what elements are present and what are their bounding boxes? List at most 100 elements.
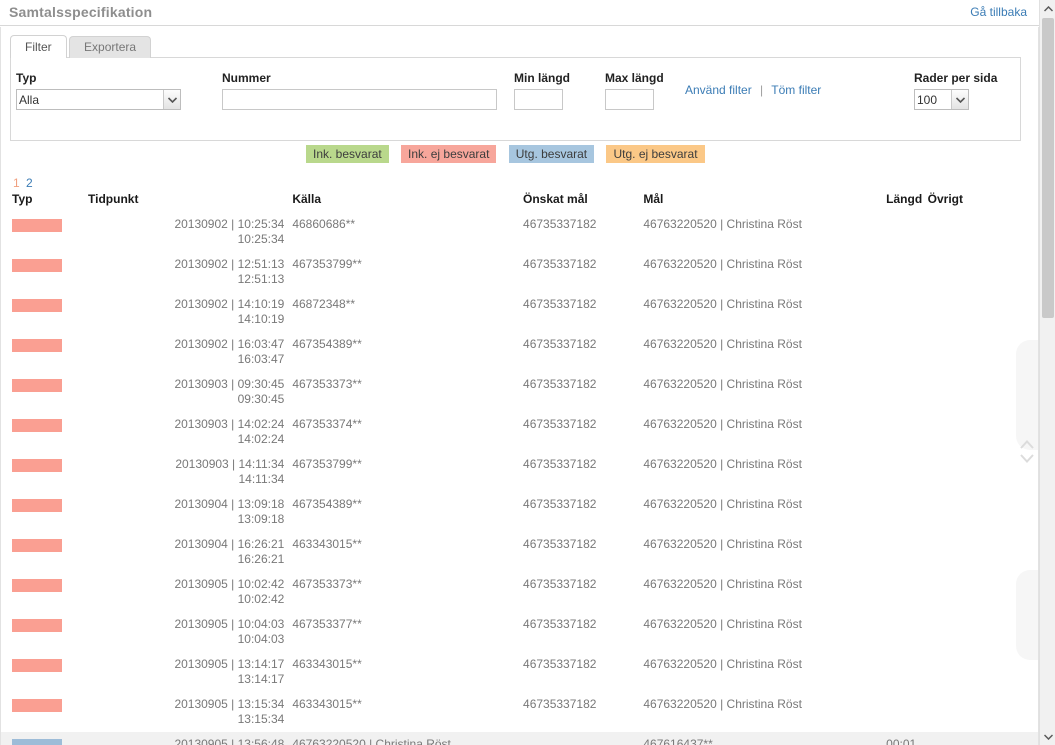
cell-langd xyxy=(882,692,928,732)
tabstrip: Filter Exportera xyxy=(10,35,152,58)
typ-select-wrap: Alla xyxy=(16,89,181,110)
calls-table-head: Typ Tidpunkt Källa Önskat mål Mål Längd … xyxy=(1,192,1038,212)
cell-ovrigt xyxy=(928,692,1038,732)
table-row[interactable]: 20130902 | 14:10:19 14:10:19 46872348** 467… xyxy=(1,292,1038,332)
tidpunkt-end: 16:03:47 xyxy=(237,352,285,366)
cell-kalla: 467353799** xyxy=(292,457,362,471)
cell-langd xyxy=(882,332,928,372)
type-color-swatch xyxy=(12,259,62,272)
cell-kalla: 467353377** xyxy=(292,617,362,631)
typ-select[interactable]: Alla xyxy=(16,89,181,110)
cell-typ xyxy=(1,612,88,652)
cell-kalla: 463343015** xyxy=(292,537,362,551)
table-row[interactable]: 20130902 | 16:03:47 16:03:47 467354389** 46… xyxy=(1,332,1038,372)
cell-tidpunkt: 20130904 | 13:09:18 13:09:18 xyxy=(88,492,290,532)
col-header-kalla: Källa xyxy=(292,192,322,206)
col-header-langd: Längd xyxy=(886,192,923,206)
legend-items: Ink. besvarat Ink. ej besvarat Utg. besv… xyxy=(306,145,714,163)
table-row[interactable]: 20130905 | 13:14:17 13:14:17 463343015** 46… xyxy=(1,652,1038,692)
legend-utg-besvarat[interactable]: Utg. besvarat xyxy=(508,145,595,163)
tidpunkt-end: 16:26:21 xyxy=(237,552,285,566)
cell-mal: 46763220520 | Christina Röst xyxy=(643,577,802,591)
cell-typ xyxy=(1,732,88,745)
header-row: Typ Tidpunkt Källa Önskat mål Mål Längd … xyxy=(1,192,1038,212)
cell-langd xyxy=(882,372,928,412)
table-row[interactable]: 20130905 | 13:15:34 13:15:34 463343015** 46… xyxy=(1,692,1038,732)
cell-tidpunkt: 20130905 | 13:14:17 13:14:17 xyxy=(88,652,290,692)
type-color-swatch xyxy=(12,339,62,352)
max-langd-input[interactable] xyxy=(605,89,654,110)
cell-kalla: 467353373** xyxy=(292,377,362,391)
table-row[interactable]: 20130905 | 10:02:42 10:02:42 467353373** 46… xyxy=(1,572,1038,612)
cell-kalla: 46763220520 | Christina Röst xyxy=(290,732,524,745)
table-row[interactable]: 20130903 | 14:11:34 14:11:34 467353799** 46… xyxy=(1,452,1038,492)
cell-mal: 46763220520 | Christina Röst xyxy=(643,337,802,351)
legend-utg-ej-besvarat[interactable]: Utg. ej besvarat xyxy=(606,145,705,163)
scroll-up-button[interactable] xyxy=(1040,0,1055,17)
cell-onskat-mal: 46735337182 xyxy=(523,697,597,711)
browser-scrollbar[interactable] xyxy=(1039,0,1055,745)
legend-ink-ej-besvarat[interactable]: Ink. ej besvarat xyxy=(401,145,497,163)
tidpunkt-end: 13:14:17 xyxy=(237,672,285,686)
cell-ovrigt xyxy=(928,372,1038,412)
calls-table: Typ Tidpunkt Källa Önskat mål Mål Längd … xyxy=(1,192,1038,745)
cell-langd xyxy=(882,412,928,452)
rader-select-wrap: 100 xyxy=(914,89,969,110)
scrollbar-thumb[interactable] xyxy=(1042,18,1054,318)
cell-ovrigt xyxy=(928,332,1038,372)
back-link[interactable]: Gå tillbaka xyxy=(970,5,1027,19)
label-typ: Typ xyxy=(16,71,37,85)
nummer-input[interactable] xyxy=(222,89,497,110)
label-nummer: Nummer xyxy=(222,71,271,85)
rader-per-sida-select[interactable]: 100 xyxy=(914,89,969,110)
tab-filter[interactable]: Filter xyxy=(10,35,67,58)
tidpunkt-end: 10:02:42 xyxy=(237,592,285,606)
clear-filter-link[interactable]: Töm filter xyxy=(771,83,821,97)
table-row[interactable]: 20130903 | 09:30:45 09:30:45 467353373** 46… xyxy=(1,372,1038,412)
cell-langd: 00:01 xyxy=(882,732,928,745)
table-row[interactable]: 20130904 | 16:26:21 16:26:21 463343015** 46… xyxy=(1,532,1038,572)
tidpunkt-start: 20130905 | 10:02:42 xyxy=(174,577,285,591)
legend-ink-besvarat[interactable]: Ink. besvarat xyxy=(306,145,389,163)
tidpunkt-start: 20130902 | 12:51:13 xyxy=(174,257,285,271)
cell-ovrigt xyxy=(928,612,1038,652)
col-header-tidpunkt: Tidpunkt xyxy=(88,192,139,206)
table-row[interactable]: 20130904 | 13:09:18 13:09:18 467354389** 46… xyxy=(1,492,1038,532)
cell-langd xyxy=(882,572,928,612)
table-row[interactable]: 20130905 | 10:04:03 10:04:03 467353377** 46… xyxy=(1,612,1038,652)
filter-panel: Typ Alla Nummer Min längd Max längd Anvä… xyxy=(10,57,1021,141)
tidpunkt-end: 14:10:19 xyxy=(237,312,285,326)
cell-typ xyxy=(1,212,88,252)
cell-onskat-mal: 46735337182 xyxy=(523,217,597,231)
cell-ovrigt xyxy=(928,252,1038,292)
cell-tidpunkt: 20130902 | 10:25:34 10:25:34 xyxy=(88,212,290,252)
table-row[interactable]: 20130903 | 14:02:24 14:02:24 467353374** 46… xyxy=(1,412,1038,452)
tidpunkt-end: 12:51:13 xyxy=(237,272,285,286)
apply-filter-link[interactable]: Använd filter xyxy=(685,83,752,97)
type-color-swatch xyxy=(12,579,62,592)
tidpunkt-start: 20130903 | 14:02:24 xyxy=(174,417,285,431)
tidpunkt-end: 13:15:34 xyxy=(237,712,285,726)
col-header-onskat-mal: Önskat mål xyxy=(523,192,588,206)
type-color-swatch xyxy=(12,499,62,512)
cell-langd xyxy=(882,292,928,332)
tidpunkt-end: 10:25:34 xyxy=(237,232,285,246)
table-row[interactable]: 20130905 | 13:56:4813:56:4946763220520 |… xyxy=(1,732,1038,745)
min-langd-input[interactable] xyxy=(514,89,563,110)
page-title: Samtalsspecifikation xyxy=(9,4,153,20)
cell-langd xyxy=(882,532,928,572)
cell-typ xyxy=(1,332,88,372)
table-row[interactable]: 20130902 | 10:25:34 10:25:34 46860686** 467… xyxy=(1,212,1038,252)
cell-ovrigt xyxy=(928,452,1038,492)
tab-exportera[interactable]: Exportera xyxy=(69,36,152,58)
cell-tidpunkt: 20130905 | 10:04:03 10:04:03 xyxy=(88,612,290,652)
cell-langd xyxy=(882,612,928,652)
cell-kalla: 463343015** xyxy=(292,657,362,671)
field-max-langd: Max längd xyxy=(605,71,664,110)
scroll-down-button[interactable] xyxy=(1040,728,1055,745)
tidpunkt-start: 20130905 | 13:14:17 xyxy=(174,657,285,671)
cell-tidpunkt: 20130902 | 16:03:47 16:03:47 xyxy=(88,332,290,372)
tidpunkt-start: 20130905 | 13:15:34 xyxy=(174,697,285,711)
table-row[interactable]: 20130902 | 12:51:13 12:51:13 467353799** 46… xyxy=(1,252,1038,292)
type-color-swatch xyxy=(12,619,62,632)
